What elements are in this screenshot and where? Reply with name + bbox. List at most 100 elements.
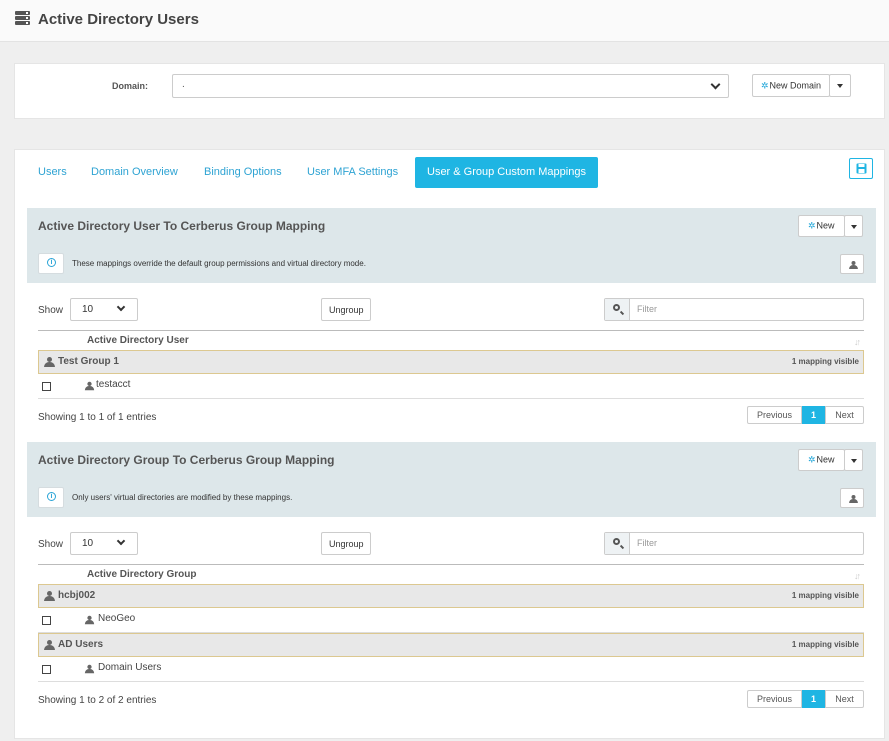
show-label: Show (38, 539, 64, 550)
new-domain-label: New Domain (769, 80, 822, 90)
new-label: New (816, 220, 835, 231)
domain-select-value: . (182, 79, 185, 90)
user-mapping-title: Active Directory User To Cerberus Group … (38, 219, 326, 233)
user-icon (84, 381, 95, 391)
pagination: Previous 1 Next (747, 690, 864, 708)
group-name: hcbj002 (58, 590, 96, 601)
gear-icon: ✲ (808, 220, 816, 231)
pagination: Previous 1 Next (747, 406, 864, 424)
group-mapping-new-dropdown[interactable] (844, 449, 863, 471)
ungroup-button[interactable]: Ungroup (321, 532, 371, 555)
entries-info: Showing 1 to 1 of 1 entries (38, 412, 157, 423)
group-row[interactable]: hcbj002 1 mapping visible (38, 584, 864, 608)
row-checkbox[interactable] (42, 616, 51, 625)
caret-down-icon (837, 84, 843, 88)
previous-button[interactable]: Previous (747, 690, 802, 708)
row-group-name: NeoGeo (98, 613, 136, 624)
page-header: Active Directory Users (0, 0, 889, 42)
group-mapping-header: Active Directory Group To Cerberus Group… (27, 442, 876, 517)
row-group-name: Domain Users (98, 662, 162, 673)
group-count: 1 mapping visible (791, 640, 859, 649)
filter-placeholder: Filter (637, 304, 657, 314)
filter-placeholder: Filter (637, 538, 657, 548)
table-header: Active Directory Group ↓↑ (38, 564, 864, 585)
user-mapping-new-button[interactable]: ✲New (798, 215, 845, 237)
filter-input[interactable]: Filter (604, 298, 864, 321)
caret-down-icon (851, 459, 857, 463)
search-icon (605, 299, 630, 320)
row-checkbox[interactable] (42, 382, 51, 391)
group-row[interactable]: Test Group 1 1 mapping visible (38, 350, 864, 374)
save-button[interactable] (849, 158, 873, 179)
group-count: 1 mapping visible (791, 357, 859, 366)
domain-select[interactable]: . (172, 74, 729, 98)
domain-panel: Domain: . ✲New Domain (14, 63, 885, 119)
new-domain-button[interactable]: ✲New Domain (752, 74, 830, 97)
group-mapping-new-button[interactable]: ✲New (798, 449, 845, 471)
page-size-value: 10 (82, 538, 94, 549)
mappings-panel: Users Domain Overview Binding Options Us… (14, 149, 885, 739)
new-label: New (816, 454, 835, 465)
previous-button[interactable]: Previous (747, 406, 802, 424)
group-name: Test Group 1 (58, 356, 119, 367)
caret-down-icon (851, 225, 857, 229)
user-icon (849, 261, 858, 269)
table-row: Domain Users (38, 657, 864, 682)
user-mapping-header: Active Directory User To Cerberus Group … (27, 208, 876, 283)
table-row: NeoGeo (38, 608, 864, 633)
page-size-select[interactable]: 10 (70, 298, 138, 321)
user-toggle-button[interactable] (840, 254, 864, 274)
entries-info: Showing 1 to 2 of 2 entries (38, 695, 157, 706)
page-size-select[interactable]: 10 (70, 532, 138, 555)
tab-user-group-custom-mappings[interactable]: User & Group Custom Mappings (415, 157, 598, 188)
info-icon: i (38, 487, 64, 508)
group-toggle-button[interactable] (840, 488, 864, 508)
next-button[interactable]: Next (825, 406, 864, 424)
info-icon: i (38, 253, 64, 274)
page-1-button[interactable]: 1 (802, 406, 825, 424)
chevron-down-icon (710, 79, 721, 90)
chevron-down-icon (116, 536, 126, 546)
column-header-group[interactable]: Active Directory Group (87, 569, 196, 580)
sort-icon[interactable]: ↓↑ (854, 337, 861, 347)
tab-domain-overview[interactable]: Domain Overview (91, 157, 178, 188)
group-icon (44, 640, 55, 650)
gear-icon: ✲ (761, 80, 769, 90)
group-icon (84, 664, 95, 674)
chevron-down-icon (116, 302, 126, 312)
group-icon (84, 615, 95, 625)
domain-label: Domain: (112, 81, 148, 91)
row-checkbox[interactable] (42, 665, 51, 674)
new-domain-dropdown-button[interactable] (829, 74, 851, 97)
show-label: Show (38, 305, 64, 316)
table-row: testacct (38, 374, 864, 399)
filter-input[interactable]: Filter (604, 532, 864, 555)
page-title: Active Directory Users (38, 11, 199, 28)
user-mapping-info: These mappings override the default grou… (72, 259, 366, 268)
tab-bar: Users Domain Overview Binding Options Us… (15, 157, 815, 189)
server-icon (15, 11, 30, 25)
tab-users[interactable]: Users (38, 157, 67, 188)
tab-binding-options[interactable]: Binding Options (204, 157, 282, 188)
sort-icon[interactable]: ↓↑ (854, 571, 861, 581)
ungroup-button[interactable]: Ungroup (321, 298, 371, 321)
next-button[interactable]: Next (825, 690, 864, 708)
group-count: 1 mapping visible (791, 591, 859, 600)
group-icon (44, 591, 55, 601)
table-header: Active Directory User ↓↑ (38, 330, 864, 351)
group-icon (44, 357, 55, 367)
group-mapping-title: Active Directory Group To Cerberus Group… (38, 453, 335, 467)
column-header-user[interactable]: Active Directory User (87, 335, 189, 346)
group-name: AD Users (58, 639, 104, 650)
user-mapping-new-dropdown[interactable] (844, 215, 863, 237)
group-mapping-info: Only users' virtual directories are modi… (72, 493, 293, 502)
search-icon (605, 533, 630, 554)
floppy-disk-icon (856, 163, 867, 174)
row-user-name: testacct (96, 379, 131, 390)
group-row[interactable]: AD Users 1 mapping visible (38, 633, 864, 657)
ungroup-label: Ungroup (329, 538, 364, 549)
tab-user-mfa-settings[interactable]: User MFA Settings (307, 157, 398, 188)
page-1-button[interactable]: 1 (802, 690, 825, 708)
gear-icon: ✲ (808, 454, 816, 465)
ungroup-label: Ungroup (329, 304, 364, 315)
